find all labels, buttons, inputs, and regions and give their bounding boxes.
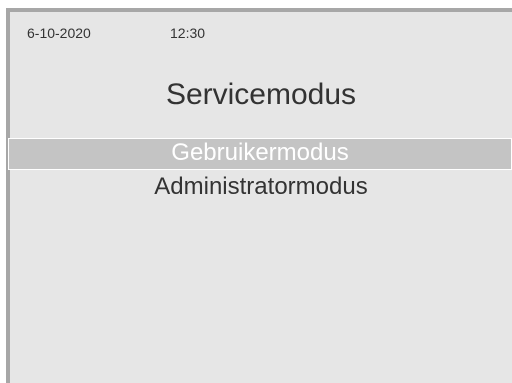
device-frame: 6-10-2020 12:30 Servicemodus Gebruikermo… [0,0,512,383]
menu-item-administratormodus[interactable]: Administratormodus [10,172,512,202]
display-screen: 6-10-2020 12:30 Servicemodus Gebruikermo… [6,8,512,383]
menu-item-gebruikermodus[interactable]: Gebruikermodus [8,138,512,170]
status-date: 6-10-2020 [27,25,91,41]
status-time: 12:30 [170,25,206,41]
page-title: Servicemodus [165,78,357,111]
